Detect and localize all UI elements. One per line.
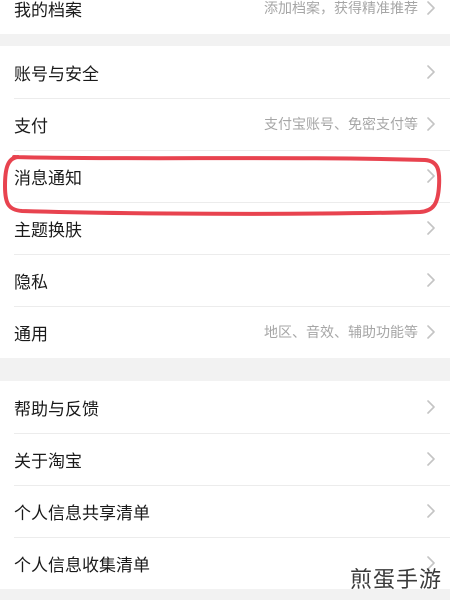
row-label: 帮助与反馈 bbox=[14, 399, 99, 420]
settings-row-help-feedback[interactable]: 帮助与反馈 bbox=[0, 381, 450, 433]
settings-row-info-sharing-list[interactable]: 个人信息共享清单 bbox=[0, 485, 450, 537]
row-label: 支付 bbox=[14, 116, 48, 137]
chevron-right-icon bbox=[426, 0, 436, 16]
chevron-right-icon bbox=[426, 324, 436, 340]
settings-group-account: 账号与安全 支付 支付宝账号、免密支付等 消息通知 主题换肤 隐私 通用 地区、… bbox=[0, 46, 450, 358]
settings-row-theme[interactable]: 主题换肤 bbox=[0, 202, 450, 254]
settings-group-about: 帮助与反馈 关于淘宝 个人信息共享清单 个人信息收集清单 bbox=[0, 381, 450, 589]
chevron-right-icon bbox=[426, 272, 436, 288]
row-label: 消息通知 bbox=[14, 168, 82, 189]
row-label: 我的档案 bbox=[14, 0, 82, 21]
settings-row-my-profile[interactable]: 我的档案 添加档案，获得精准推荐 bbox=[0, 0, 450, 34]
settings-row-general[interactable]: 通用 地区、音效、辅助功能等 bbox=[0, 306, 450, 358]
row-hint: 地区、音效、辅助功能等 bbox=[264, 325, 418, 341]
settings-row-account-security[interactable]: 账号与安全 bbox=[0, 46, 450, 98]
settings-group-profile: 我的档案 添加档案，获得精准推荐 bbox=[0, 0, 450, 34]
row-label: 通用 bbox=[14, 324, 48, 345]
chevron-right-icon bbox=[426, 64, 436, 80]
row-label: 账号与安全 bbox=[14, 64, 99, 85]
row-label: 主题换肤 bbox=[14, 220, 82, 241]
chevron-right-icon bbox=[426, 399, 436, 415]
settings-row-notifications[interactable]: 消息通知 bbox=[0, 150, 450, 202]
row-label: 个人信息共享清单 bbox=[14, 503, 150, 524]
settings-row-privacy[interactable]: 隐私 bbox=[0, 254, 450, 306]
settings-row-payment[interactable]: 支付 支付宝账号、免密支付等 bbox=[0, 98, 450, 150]
watermark-text: 煎蛋手游 bbox=[349, 568, 442, 593]
row-hint: 支付宝账号、免密支付等 bbox=[264, 117, 418, 133]
row-hint: 添加档案，获得精准推荐 bbox=[264, 1, 418, 17]
chevron-right-icon bbox=[426, 503, 436, 519]
row-label: 关于淘宝 bbox=[14, 451, 82, 472]
chevron-right-icon bbox=[426, 116, 436, 132]
chevron-right-icon bbox=[426, 451, 436, 467]
settings-screen: 我的档案 添加档案，获得精准推荐 账号与安全 支付 支付宝账号、免密支付等 消息… bbox=[0, 0, 450, 600]
settings-row-about-taobao[interactable]: 关于淘宝 bbox=[0, 433, 450, 485]
chevron-right-icon bbox=[426, 168, 436, 184]
row-label: 个人信息收集清单 bbox=[14, 555, 150, 576]
row-label: 隐私 bbox=[14, 272, 48, 293]
chevron-right-icon bbox=[426, 220, 436, 236]
